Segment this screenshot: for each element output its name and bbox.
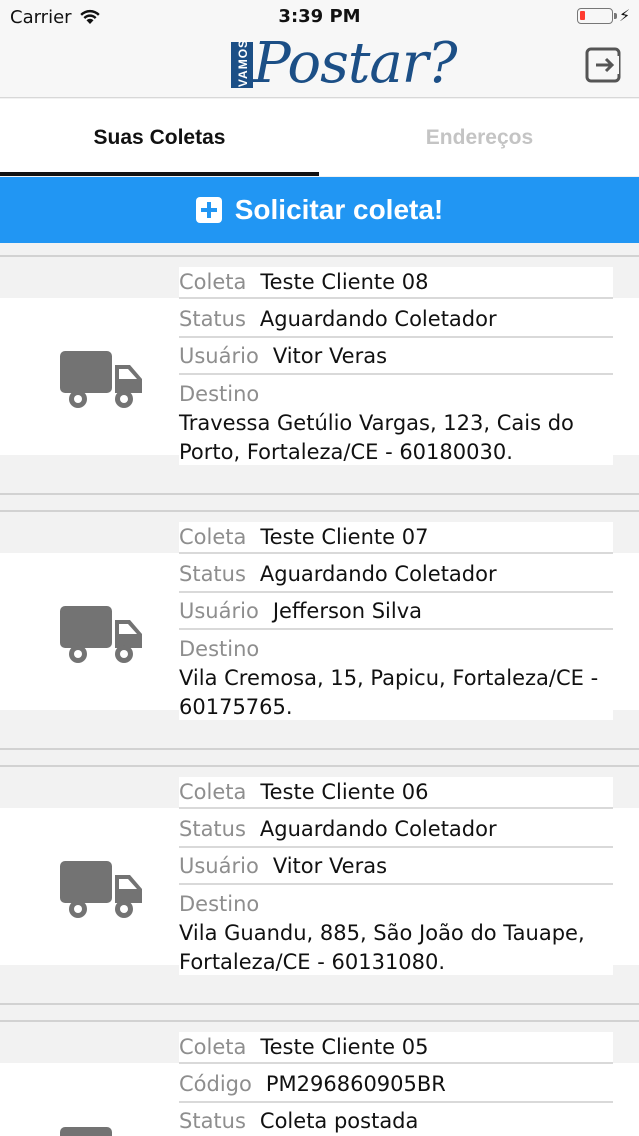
codigo-label: Código [179,1072,252,1096]
status-value: Aguardando Coletador [259,307,497,331]
destino-label: Destino [179,382,260,406]
usuario-label: Usuário [179,854,259,878]
status-row: Status Aguardando Coletador [179,559,613,589]
row-divider [179,336,613,338]
card-divider [0,748,639,750]
status-row: Status Coleta postada [179,1106,613,1136]
truck-icon [60,861,142,918]
row-divider [179,628,613,630]
coleta-row: Coleta Teste Cliente 08 [179,267,613,297]
pickup-card[interactable]: Coleta Teste Cliente 08 Status Aguardand… [0,243,639,498]
pickup-card[interactable]: Coleta Teste Cliente 05 Código PM2968609… [0,1008,639,1136]
pickup-card[interactable]: Coleta Teste Cliente 07 Status Aguardand… [0,498,639,753]
card-divider [0,493,639,495]
status-value: Aguardando Coletador [259,562,497,586]
truck-icon [60,351,142,408]
card-divider [0,255,639,257]
usuario-value: Vitor Veras [272,344,388,368]
usuario-label: Usuário [179,599,259,623]
tab-bar: Suas Coletas Endereços [0,99,639,176]
destino-label: Destino [179,637,260,661]
status-row: Status Aguardando Coletador [179,304,613,334]
plus-square-icon [195,197,222,223]
row-divider [179,1101,613,1103]
pickup-card[interactable]: Coleta Teste Cliente 06 Status Aguardand… [0,753,639,1008]
coleta-value: Teste Cliente 07 [260,525,429,549]
coleta-label: Coleta [179,525,247,549]
codigo-value: PM296860905BR [265,1072,446,1096]
coleta-value: Teste Cliente 05 [260,1035,429,1059]
coleta-label: Coleta [179,780,247,804]
codigo-row: Código PM296860905BR [179,1069,613,1099]
destino-line-1: Travessa Getúlio Vargas, 123, Cais do [179,411,574,435]
usuario-row: Usuário Vitor Veras [179,851,613,881]
usuario-row: Usuário Jefferson Silva [179,596,613,626]
coleta-label: Coleta [179,1035,247,1059]
status-label: Status [179,307,246,331]
destino-line-1: Vila Cremosa, 15, Papicu, Fortaleza/CE - [179,666,599,690]
coleta-row: Coleta Teste Cliente 05 [179,1032,613,1062]
status-label: Status [179,562,246,586]
usuario-value: Vitor Veras [272,854,388,878]
card-divider [0,1003,639,1005]
destino-line-1: Vila Guandu, 885, São João do Tauape, [179,921,585,945]
charging-icon: ⚡ [619,6,631,25]
row-divider [179,297,613,299]
row-divider [179,552,613,554]
status-label: Status [179,1109,246,1133]
row-divider [179,846,613,848]
row-divider [179,1062,613,1064]
truck-icon [60,1127,112,1136]
destino-block: Destino Vila Cremosa, 15, Papicu, Fortal… [179,634,613,720]
row-divider [179,591,613,593]
request-pickup-button[interactable]: Solicitar coleta! [0,177,639,243]
tab-suas-coletas[interactable]: Suas Coletas [0,99,319,176]
coleta-row: Coleta Teste Cliente 06 [179,777,613,807]
status-value: Aguardando Coletador [259,817,497,841]
card-divider [0,510,639,512]
logo-small-text: VAMOS [236,38,251,88]
request-pickup-label: Solicitar coleta! [234,194,444,225]
coleta-value: Teste Cliente 06 [260,780,429,804]
destino-block: Destino Vila Guandu, 885, São João do Ta… [179,889,613,975]
destino-label: Destino [179,892,260,916]
nav-bar: VAMOS Postar? [0,31,639,98]
row-divider [179,883,613,885]
usuario-value: Jefferson Silva [272,599,423,623]
status-value: Coleta postada [259,1109,419,1133]
destino-line-2: 60175765. [179,695,293,719]
coleta-label: Coleta [179,270,247,294]
coleta-row: Coleta Teste Cliente 07 [179,522,613,552]
battery-icon [577,8,617,24]
logo-small-block: VAMOS [231,38,253,88]
destino-line-2: Porto, Fortaleza/CE - 60180030. [179,440,513,464]
pickup-list: Coleta Teste Cliente 08 Status Aguardand… [0,243,639,1136]
status-label: Status [179,817,246,841]
usuario-label: Usuário [179,344,259,368]
app-logo: VAMOS Postar? [231,24,458,96]
status-row: Status Aguardando Coletador [179,814,613,844]
truck-icon [60,606,142,663]
usuario-row: Usuário Vitor Veras [179,341,613,371]
tab-enderecos[interactable]: Endereços [320,99,639,176]
coleta-value: Teste Cliente 08 [260,270,429,294]
active-tab-indicator [0,172,319,176]
card-divider [0,765,639,767]
card-divider [0,1020,639,1022]
row-divider [179,807,613,809]
logo-main-text: Postar? [253,31,458,96]
logout-icon[interactable] [584,46,622,84]
row-divider [179,373,613,375]
destino-block: Destino Travessa Getúlio Vargas, 123, Ca… [179,379,613,465]
destino-line-2: Fortaleza/CE - 60131080. [179,950,446,974]
